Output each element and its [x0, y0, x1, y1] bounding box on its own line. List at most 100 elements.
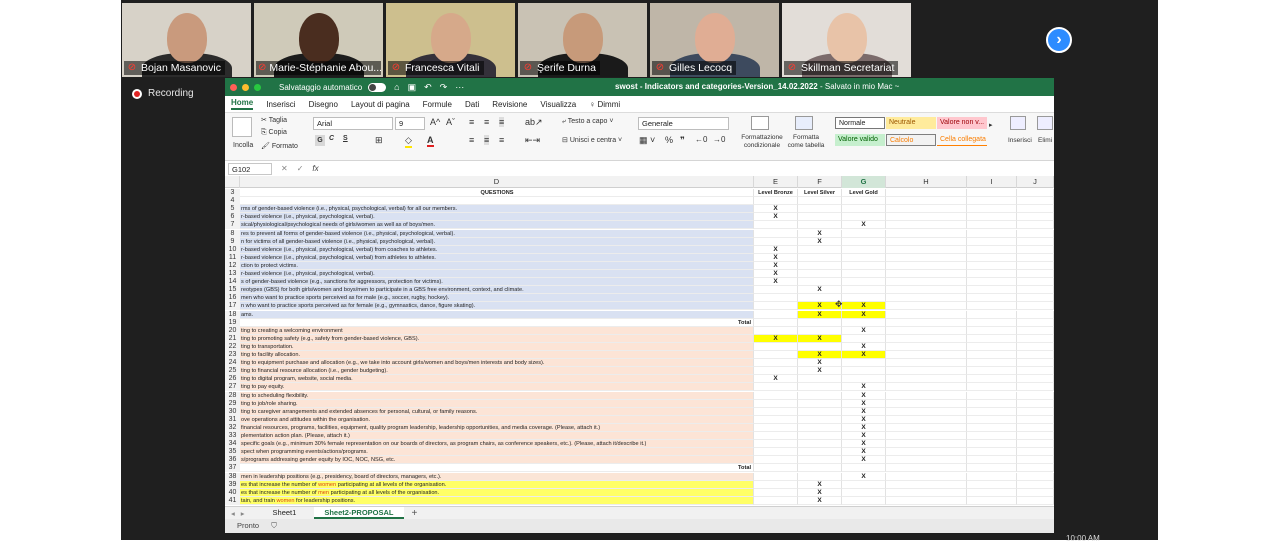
row-number[interactable]: 17: [225, 302, 240, 311]
cell-i[interactable]: [967, 367, 1017, 376]
row-number[interactable]: 9: [225, 237, 240, 246]
cell-d[interactable]: es that increase the number of men parti…: [240, 488, 754, 497]
cell-g[interactable]: [842, 318, 886, 327]
cell-g[interactable]: X: [842, 391, 886, 400]
cell-j[interactable]: [1017, 407, 1054, 416]
row-number[interactable]: 12: [225, 261, 240, 270]
cell-f[interactable]: X: [798, 286, 842, 295]
cell-f[interactable]: X: [798, 480, 842, 489]
cell-d[interactable]: ting to pay equity.: [240, 383, 754, 392]
cell-e[interactable]: X: [754, 278, 798, 287]
row-number[interactable]: 21: [225, 334, 240, 343]
cell-j[interactable]: [1017, 432, 1054, 441]
format-as-table-button[interactable]: Formatta come tabella: [785, 134, 827, 150]
cell-e[interactable]: [754, 456, 798, 465]
fill-color-icon[interactable]: ◇: [405, 135, 412, 148]
cell-h[interactable]: [886, 367, 967, 376]
cell-f[interactable]: X: [798, 310, 842, 319]
cell-g[interactable]: [842, 359, 886, 368]
style-good[interactable]: Valore valido: [835, 134, 885, 146]
cell-e[interactable]: [754, 342, 798, 351]
cell-j[interactable]: [1017, 310, 1054, 319]
cell-d[interactable]: men who want to practice sports perceive…: [240, 294, 754, 303]
cell-d[interactable]: ting to caregiver arrangements and exten…: [240, 407, 754, 416]
shrink-font-icon[interactable]: Aˇ: [446, 117, 455, 127]
cell-i[interactable]: [967, 464, 1017, 473]
cell-j[interactable]: [1017, 440, 1054, 449]
cell-d[interactable]: tain, and train women for leadership pos…: [240, 496, 754, 505]
cell-d[interactable]: [240, 197, 754, 206]
cell-d[interactable]: Total: [240, 318, 754, 327]
style-normal[interactable]: Normale: [835, 117, 885, 129]
cell-f[interactable]: [798, 423, 842, 432]
cell-f[interactable]: [798, 440, 842, 449]
cell-h[interactable]: [886, 286, 967, 295]
cell-j[interactable]: [1017, 423, 1054, 432]
save-icon[interactable]: ▣: [408, 82, 417, 93]
cell-i[interactable]: [967, 407, 1017, 416]
cell-j[interactable]: [1017, 375, 1054, 384]
cell-e[interactable]: [754, 294, 798, 303]
cell-e[interactable]: [754, 318, 798, 327]
cell-g[interactable]: X: [842, 432, 886, 441]
cell-h[interactable]: [886, 423, 967, 432]
column-header-f[interactable]: F: [798, 176, 842, 188]
align-right-icon[interactable]: ≡: [499, 135, 504, 145]
cell-j[interactable]: [1017, 205, 1054, 214]
cell-e[interactable]: [754, 448, 798, 457]
cell-g[interactable]: [842, 488, 886, 497]
cell-j[interactable]: [1017, 326, 1054, 335]
cell-j[interactable]: [1017, 496, 1054, 505]
cell-g[interactable]: X: [842, 342, 886, 351]
column-header-j[interactable]: J: [1017, 176, 1054, 188]
cell-d[interactable]: r-based violence (i.e., physical, psycho…: [240, 245, 754, 254]
cell-e[interactable]: [754, 440, 798, 449]
cell-j[interactable]: [1017, 302, 1054, 311]
cell-j[interactable]: [1017, 480, 1054, 489]
row-number[interactable]: 23: [225, 351, 240, 360]
cell-h[interactable]: [886, 229, 967, 238]
cell-g[interactable]: X: [842, 440, 886, 449]
style-bad[interactable]: Valore non v...: [937, 117, 987, 129]
cell-h[interactable]: [886, 359, 967, 368]
cell-i[interactable]: [967, 496, 1017, 505]
add-sheet-icon[interactable]: +: [412, 508, 418, 519]
cell-g[interactable]: X: [842, 383, 886, 392]
cell-i[interactable]: [967, 189, 1017, 198]
bold-icon[interactable]: G: [315, 135, 325, 146]
cell-h[interactable]: [886, 318, 967, 327]
cell-h[interactable]: [886, 253, 967, 262]
cell-e[interactable]: [754, 472, 798, 481]
cell-e[interactable]: X: [754, 253, 798, 262]
tab-dati[interactable]: Dati: [465, 100, 479, 109]
cell-h[interactable]: [886, 261, 967, 270]
cell-j[interactable]: [1017, 294, 1054, 303]
cell-i[interactable]: [967, 351, 1017, 360]
cell-d[interactable]: ting to financial resource allocation (i…: [240, 367, 754, 376]
format-painter-button[interactable]: 🖌 Formato: [261, 142, 298, 150]
orientation-icon[interactable]: ab↗: [525, 117, 543, 128]
cell-h[interactable]: [886, 432, 967, 441]
tab-disegno[interactable]: Disegno: [309, 100, 338, 109]
cell-d[interactable]: ting to equipment purchase and allocatio…: [240, 359, 754, 368]
cell-j[interactable]: [1017, 245, 1054, 254]
underline-icon[interactable]: S: [343, 135, 348, 142]
copy-button[interactable]: ⎘ Copia: [261, 129, 287, 137]
cell-h[interactable]: [886, 334, 967, 343]
minimize-window-icon[interactable]: [242, 83, 249, 91]
cell-f[interactable]: [798, 253, 842, 262]
cell-e[interactable]: [754, 496, 798, 505]
row-number[interactable]: 16: [225, 294, 240, 303]
row-number[interactable]: 37: [225, 464, 240, 473]
cell-d[interactable]: res to prevent all forms of gender-based…: [240, 229, 754, 238]
cell-f[interactable]: X: [798, 488, 842, 497]
sheet-tab-proposal[interactable]: Sheet2-PROPOSAL: [314, 507, 404, 519]
cell-i[interactable]: [967, 423, 1017, 432]
cell-h[interactable]: [886, 302, 967, 311]
cell-i[interactable]: [967, 197, 1017, 206]
column-header-d[interactable]: D: [240, 176, 754, 188]
cell-e[interactable]: [754, 229, 798, 238]
row-number[interactable]: 29: [225, 399, 240, 408]
tab-formule[interactable]: Formule: [423, 100, 452, 109]
cell-f[interactable]: X: [798, 351, 842, 360]
